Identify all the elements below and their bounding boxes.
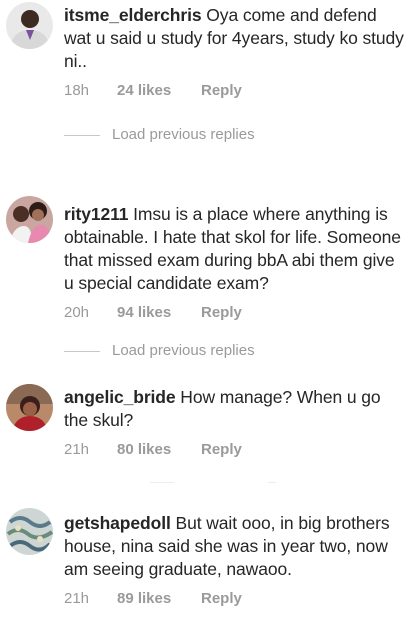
likes-count[interactable]: 24 likes bbox=[117, 82, 171, 99]
comment-time: 21h bbox=[64, 590, 90, 607]
comment-meta: 21h 80 likes Reply bbox=[64, 441, 408, 461]
likes-count[interactable]: 89 likes bbox=[117, 590, 171, 607]
comment-time: 21h bbox=[64, 441, 90, 458]
comment-time: 18h bbox=[64, 82, 90, 99]
comment-username[interactable]: angelic_bride bbox=[64, 387, 176, 407]
comment-text: getshapedoll But wait ooo, in big brothe… bbox=[64, 512, 408, 581]
avatar[interactable] bbox=[6, 508, 53, 555]
comment-text: rity1211 Imsu is a place where anything … bbox=[64, 203, 408, 295]
likes-count[interactable]: 94 likes bbox=[117, 304, 171, 321]
avatar-elderchris-icon bbox=[6, 2, 53, 49]
load-replies-label: Load previous replies bbox=[112, 342, 255, 359]
reply-button[interactable]: Reply bbox=[201, 590, 242, 607]
reply-button[interactable]: Reply bbox=[201, 82, 242, 99]
comment-text: angelic_bride How manage? When u go the … bbox=[64, 386, 408, 432]
comment-username[interactable]: getshapedoll bbox=[64, 513, 171, 533]
avatar-getshapedoll-icon bbox=[6, 508, 53, 555]
comment-username[interactable]: itsme_elderchris bbox=[64, 5, 202, 25]
avatar[interactable] bbox=[6, 2, 53, 49]
reply-button[interactable]: Reply bbox=[201, 304, 242, 321]
replies-divider-line bbox=[64, 351, 100, 352]
load-previous-replies-button[interactable]: Load previous replies bbox=[64, 341, 364, 361]
comment-meta: 21h 89 likes Reply bbox=[64, 590, 408, 610]
avatar[interactable] bbox=[6, 196, 53, 243]
avatar-rity1211-icon bbox=[6, 196, 53, 243]
load-previous-replies-button[interactable]: Load previous replies bbox=[64, 125, 364, 145]
load-replies-label: Load previous replies bbox=[112, 126, 255, 143]
likes-count[interactable]: 80 likes bbox=[117, 441, 171, 458]
separator-line bbox=[268, 482, 276, 483]
avatar-angelic-bride-icon bbox=[6, 384, 53, 431]
comment-time: 20h bbox=[64, 304, 90, 321]
comment-meta: 20h 94 likes Reply bbox=[64, 304, 408, 324]
comment-meta: 18h 24 likes Reply bbox=[64, 82, 408, 102]
comment-username[interactable]: rity1211 bbox=[64, 204, 129, 224]
comments-feed: itsme_elderchris Oya come and defend wat… bbox=[0, 0, 420, 640]
comment-text: itsme_elderchris Oya come and defend wat… bbox=[64, 4, 408, 73]
replies-divider-line bbox=[64, 135, 100, 136]
separator-line bbox=[150, 482, 174, 483]
reply-button[interactable]: Reply bbox=[201, 441, 242, 458]
avatar[interactable] bbox=[6, 384, 53, 431]
